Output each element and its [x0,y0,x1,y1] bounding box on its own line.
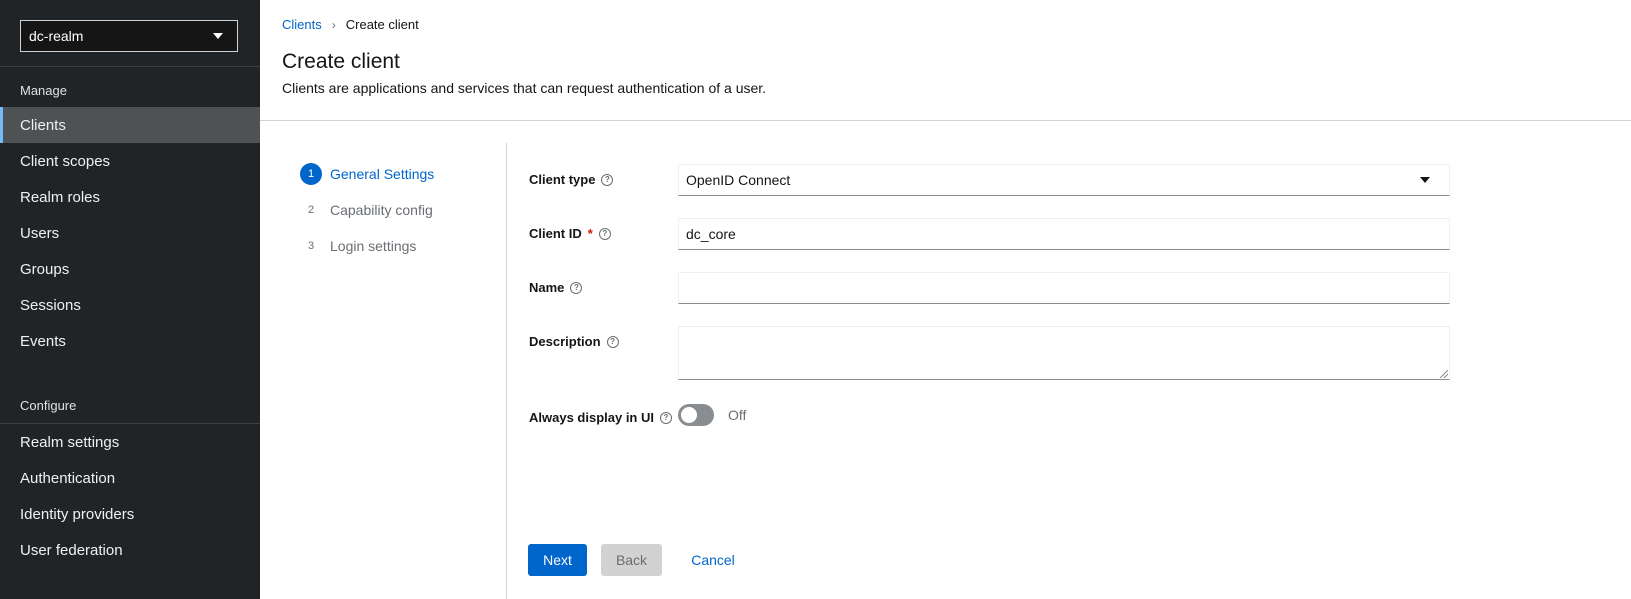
wizard-step-login-settings[interactable]: 3 Login settings [300,234,500,258]
chevron-down-icon [1420,177,1430,183]
sidebar-item-groups[interactable]: Groups [0,251,260,287]
breadcrumb-current: Create client [345,17,419,32]
step-label: Capability config [330,202,433,218]
sidebar: dc-realm Manage Clients Client scopes Re… [0,0,260,599]
header-divider [260,120,1631,121]
step-number: 1 [300,163,322,185]
sidebar-item-sessions[interactable]: Sessions [0,287,260,323]
wizard-step-capability-config[interactable]: 2 Capability config [300,198,500,222]
section-title-manage: Manage [20,83,67,98]
sidebar-item-client-scopes[interactable]: Client scopes [0,143,260,179]
description-label-text: Description [529,334,601,349]
sidebar-item-realm-roles[interactable]: Realm roles [0,179,260,215]
client-id-label-text: Client ID [529,226,582,241]
always-display-label-text: Always display in UI [529,410,654,425]
chevron-right-icon: › [331,17,336,32]
client-id-value: dc_core [686,226,736,242]
client-type-label-text: Client type [529,172,596,187]
help-icon[interactable]: ? [601,173,614,186]
help-icon[interactable]: ? [660,411,672,424]
sidebar-item-users[interactable]: Users [0,215,260,251]
help-icon[interactable]: ? [570,281,583,294]
description-label: Description ? [529,334,619,349]
client-type-select[interactable]: OpenID Connect [678,164,1450,196]
name-label: Name ? [529,280,583,295]
toggle-state-text: Off [728,407,747,423]
realm-selector-label: dc-realm [29,28,84,44]
step-number: 2 [307,204,315,216]
toggle-knob [681,407,697,423]
step-number: 3 [307,240,315,252]
wizard-step-general-settings[interactable]: 1 General Settings [300,162,500,186]
required-indicator: * [587,226,593,241]
page-title: Create client [282,50,400,73]
sidebar-item-authentication[interactable]: Authentication [0,460,260,496]
client-id-label: Client ID * ? [529,226,611,241]
sidebar-item-identity-providers[interactable]: Identity providers [0,496,260,532]
always-display-toggle[interactable] [678,404,714,426]
help-icon[interactable]: ? [606,335,619,348]
sidebar-item-events[interactable]: Events [0,323,260,359]
page-description: Clients are applications and services th… [282,80,767,96]
breadcrumb: Clients › Create client [282,17,419,32]
step-label: Login settings [330,238,417,254]
sidebar-item-clients[interactable]: Clients [0,107,260,143]
help-icon[interactable]: ? [598,227,611,240]
client-type-value: OpenID Connect [686,172,791,188]
name-label-text: Name [529,280,565,295]
section-title-configure: Configure [20,398,77,413]
client-type-label: Client type ? [529,172,614,187]
step-label: General Settings [330,166,435,182]
realm-selector[interactable]: dc-realm [20,20,238,52]
next-button[interactable]: Next [528,544,587,576]
description-textarea[interactable] [678,326,1450,380]
sidebar-item-user-federation[interactable]: User federation [0,532,260,568]
wizard-divider [506,143,507,599]
breadcrumb-clients-link[interactable]: Clients [282,17,322,32]
cancel-button[interactable]: Cancel [676,544,750,576]
resize-handle-icon[interactable] [1440,370,1448,378]
name-input[interactable] [678,272,1450,304]
client-id-input[interactable]: dc_core [678,218,1450,250]
back-button[interactable]: Back [601,544,662,576]
sidebar-item-realm-settings[interactable]: Realm settings [0,424,260,460]
chevron-down-icon [213,33,223,39]
always-display-label: Always display in UI ? [529,410,672,425]
sidebar-divider [0,66,260,67]
